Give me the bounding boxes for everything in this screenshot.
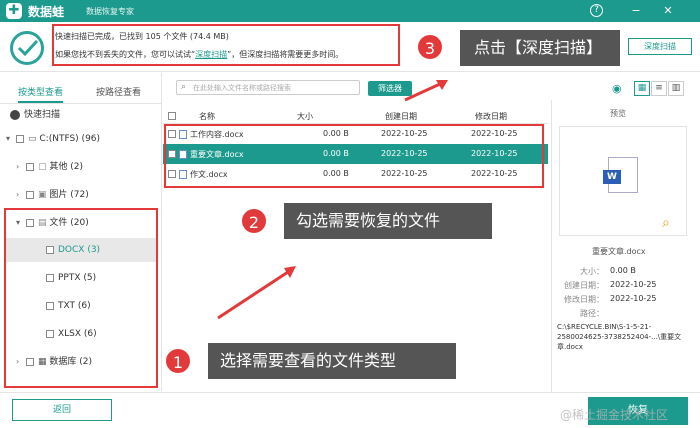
callout-step-1: 选择需要查看的文件类型	[208, 343, 456, 379]
callout-number-2: 2	[240, 207, 268, 235]
callout-number-3: 3	[416, 33, 444, 61]
callout-step-2: 勾选需要恢复的文件	[284, 203, 492, 239]
arrow-to-files	[217, 270, 289, 320]
callout-number-1: 1	[164, 347, 192, 375]
callout-3-text: 点击【深度扫描】	[474, 38, 603, 57]
callout-1-text: 选择需要查看的文件类型	[220, 351, 397, 370]
callout-step-3: 点击【深度扫描】	[460, 30, 620, 66]
callout-2-text: 勾选需要恢复的文件	[296, 211, 441, 230]
arrow-to-deep-scan	[404, 82, 441, 102]
